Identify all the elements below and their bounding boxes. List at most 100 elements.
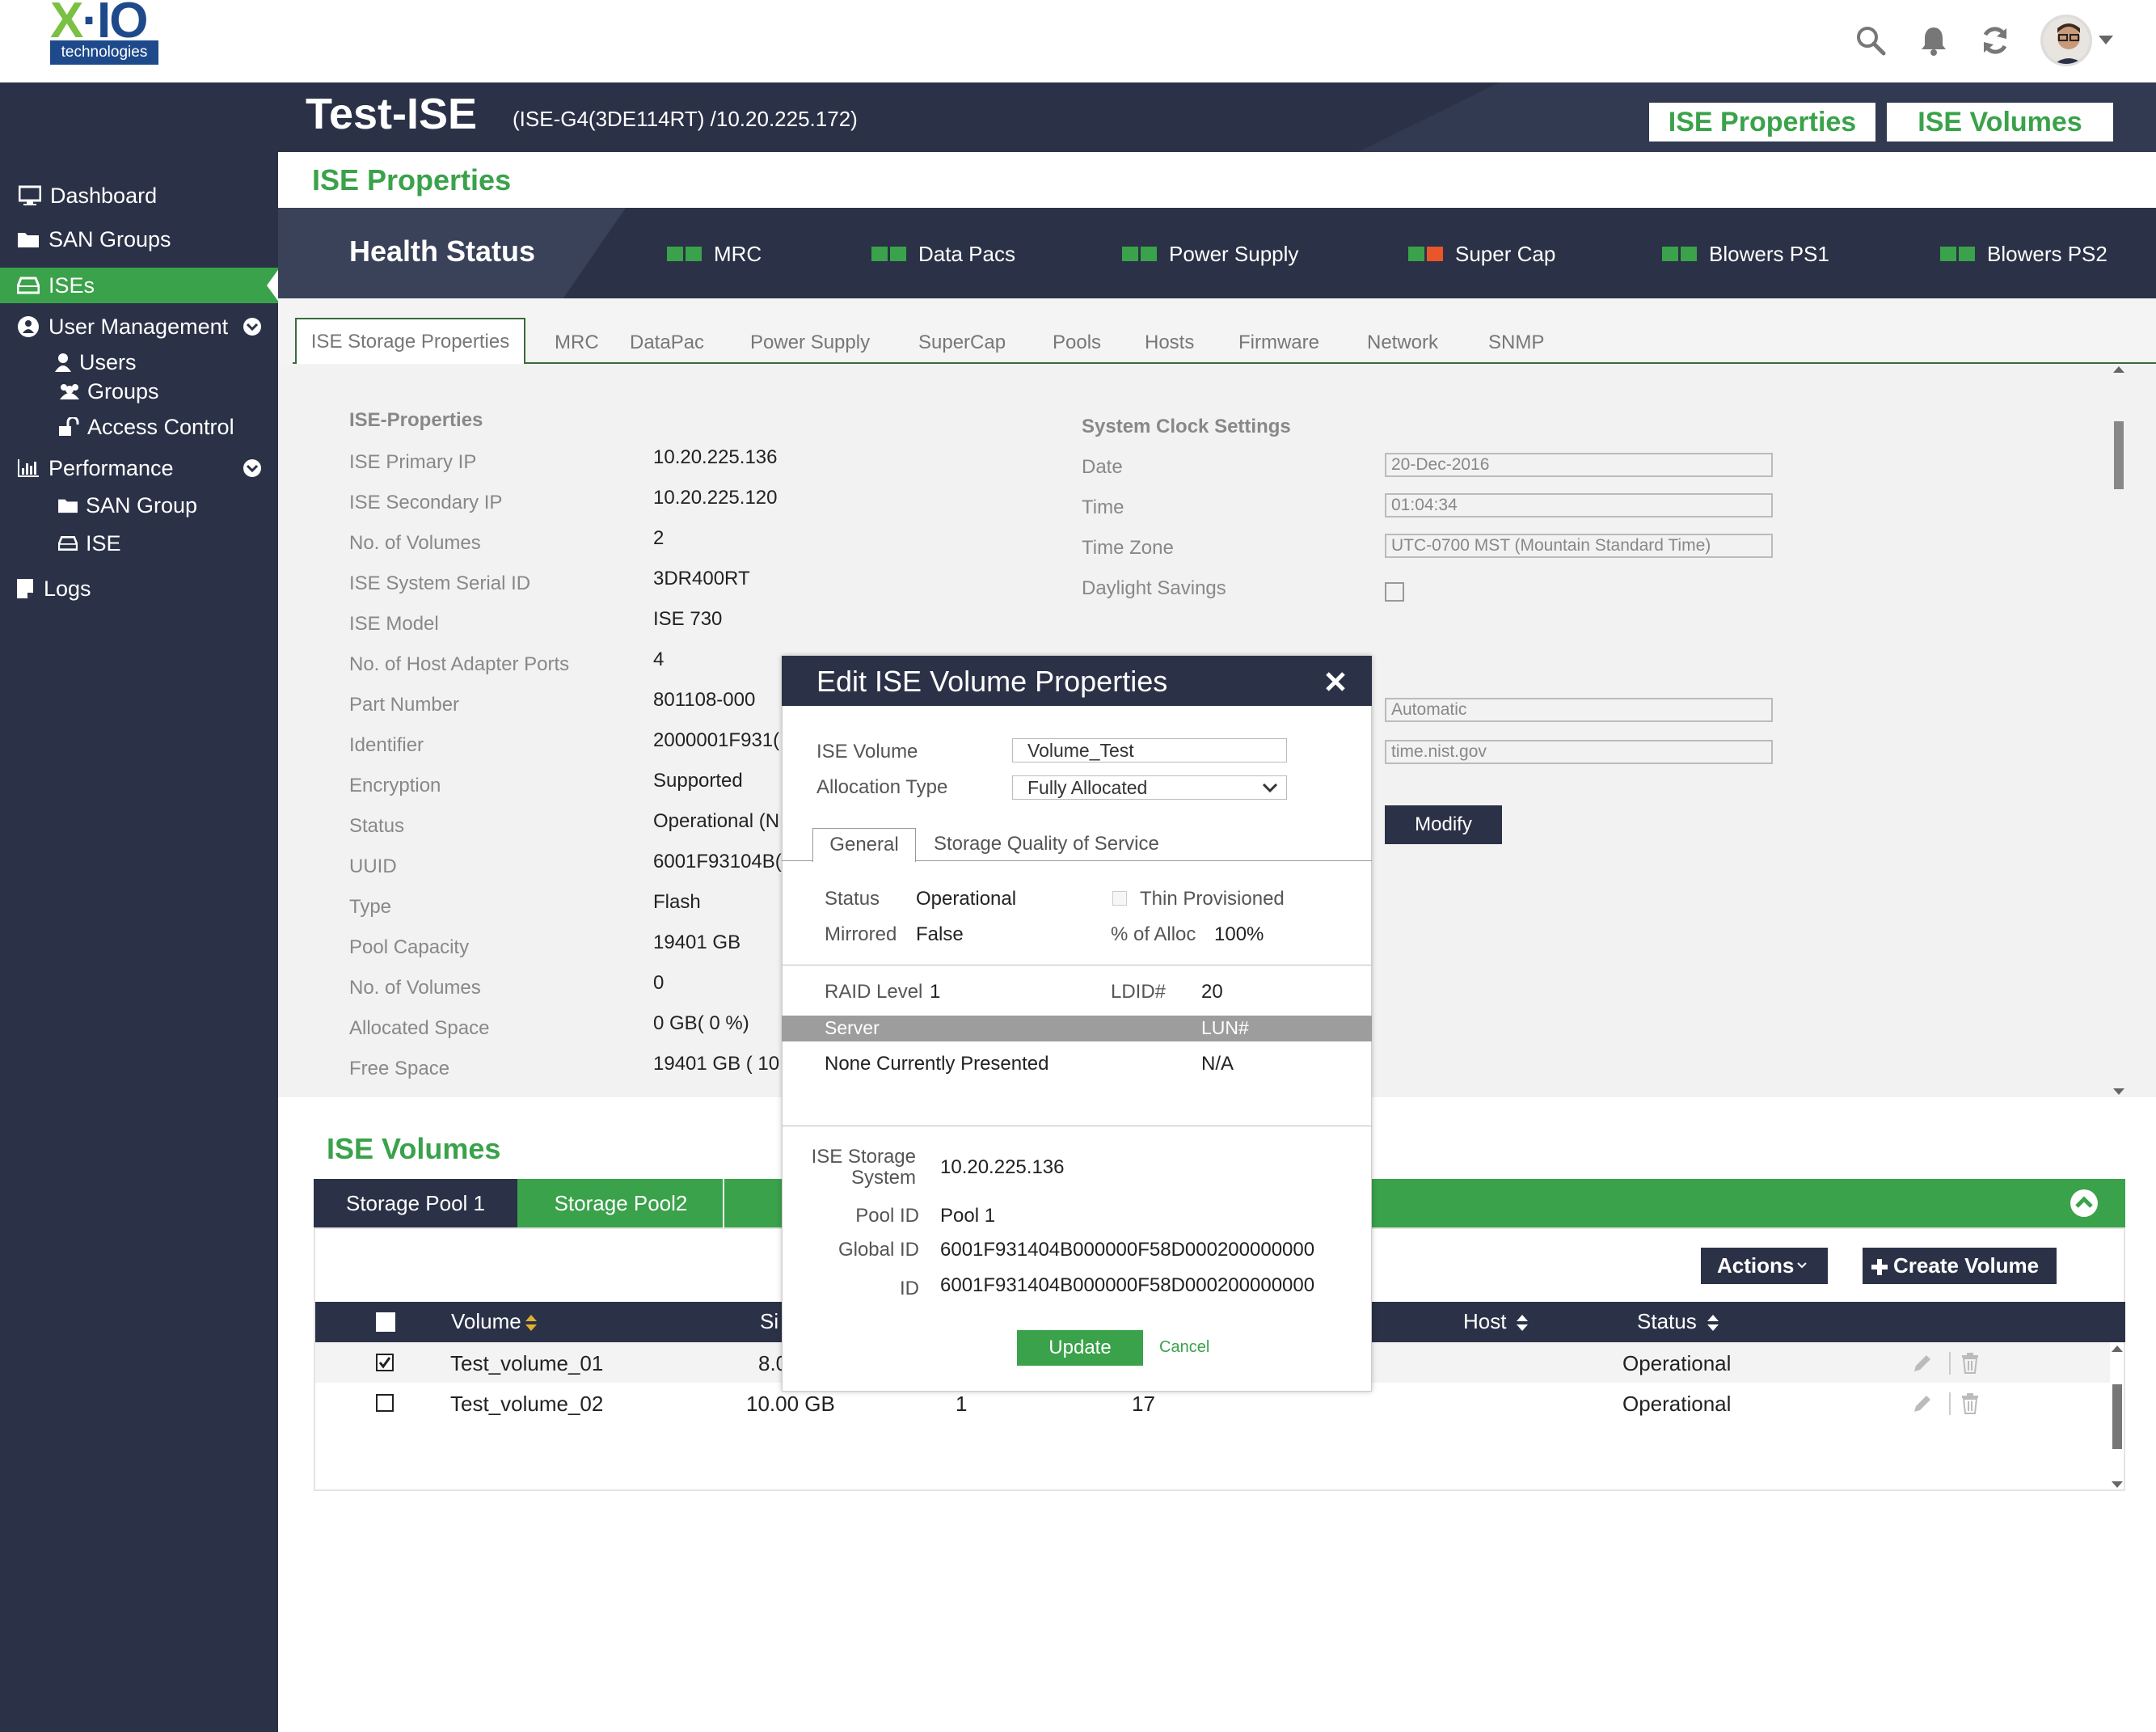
sort-icon — [1707, 1314, 1719, 1332]
chevron-down-icon[interactable] — [243, 458, 262, 478]
tab-mrc[interactable]: MRC — [555, 332, 599, 354]
time-field[interactable]: 01:04:34 — [1385, 493, 1773, 517]
prop-label: Free Space — [349, 1058, 450, 1079]
edit-icon[interactable] — [1912, 1353, 1933, 1374]
prop-label: No. of Host Adapter Ports — [349, 653, 570, 675]
tab-snmp[interactable]: SNMP — [1488, 332, 1544, 354]
cancel-button[interactable]: Cancel — [1159, 1338, 1209, 1357]
ise-properties-button[interactable]: ISE Properties — [1649, 103, 1875, 142]
volume-name[interactable]: Test_volume_02 — [450, 1392, 603, 1417]
sidebar-item-logs[interactable]: Logs — [0, 571, 278, 606]
refresh-icon[interactable] — [1977, 23, 2013, 58]
chevron-down-icon — [1795, 1248, 1808, 1284]
sidebar-item-dashboard[interactable]: Dashboard — [0, 178, 278, 213]
tab-storage-pool-1[interactable]: Storage Pool 1 — [314, 1179, 517, 1227]
sidebar-item-access-control[interactable]: Access Control — [0, 409, 278, 445]
prop-label: ISE System Serial ID — [349, 572, 531, 594]
column-volume[interactable]: Volume — [451, 1309, 538, 1334]
trash-icon[interactable] — [1960, 1393, 1980, 1414]
raid-level-label: RAID Level — [825, 981, 923, 1003]
trash-icon[interactable] — [1960, 1353, 1980, 1374]
sidebar-item-san-group[interactable]: SAN Group — [0, 488, 278, 523]
volume-name[interactable]: Test_volume_01 — [450, 1351, 603, 1376]
column-size[interactable]: Si — [760, 1309, 778, 1334]
tab-storage-pool-2[interactable]: Storage Pool2 — [519, 1179, 724, 1227]
xio-logo[interactable]: X·IO technologies — [50, 0, 159, 66]
daylight-savings-checkbox[interactable] — [1385, 582, 1404, 602]
prop-label: No. of Volumes — [349, 532, 481, 554]
thin-provisioned-checkbox[interactable] — [1112, 891, 1127, 906]
volumes-title: ISE Volumes — [327, 1132, 501, 1165]
health-item-power-supply[interactable]: Power Supply — [1122, 241, 1298, 267]
label-line: System — [850, 1167, 916, 1189]
health-item-data-pacs[interactable]: Data Pacs — [871, 241, 1015, 267]
create-volume-button[interactable]: Create Volume — [1863, 1248, 2057, 1284]
logo-wordmark: X·IO — [50, 0, 148, 49]
clock-mode-field[interactable]: Automatic — [1385, 698, 1773, 722]
sidebar-item-label: SAN Group — [86, 492, 198, 517]
tab-hosts[interactable]: Hosts — [1145, 332, 1194, 354]
select-all-checkbox[interactable] — [376, 1312, 395, 1332]
update-button[interactable]: Update — [1017, 1330, 1143, 1366]
row-checkbox[interactable] — [376, 1394, 394, 1412]
avatar[interactable] — [2040, 15, 2092, 66]
sidebar-item-label: Groups — [87, 378, 159, 403]
health-item-mrc[interactable]: MRC — [667, 241, 762, 267]
column-status[interactable]: Status — [1637, 1309, 1719, 1334]
volume-name-input[interactable]: Volume_Test — [1012, 738, 1287, 763]
column-label: Status — [1637, 1309, 1697, 1333]
sidebar-item-ise[interactable]: ISE — [0, 526, 278, 561]
tab-pools[interactable]: Pools — [1053, 332, 1101, 354]
lun-value: N/A — [1201, 1053, 1234, 1075]
allocation-type-label: Allocation Type — [816, 776, 948, 798]
tab-network[interactable]: Network — [1367, 332, 1438, 354]
tab-ise-storage-properties[interactable]: ISE Storage Properties — [295, 318, 525, 364]
sidebar-item-ises[interactable]: ISEs — [0, 268, 278, 303]
user-icon — [53, 350, 73, 374]
tab-supercap[interactable]: SuperCap — [918, 332, 1006, 354]
chevron-down-icon[interactable] — [243, 317, 262, 336]
column-label: Host — [1463, 1309, 1507, 1333]
health-item-blowers-ps2[interactable]: Blowers PS2 — [1940, 241, 2107, 267]
volumes-scrollbar[interactable] — [2110, 1344, 2124, 1489]
row-checkbox[interactable] — [376, 1354, 394, 1371]
timezone-label: Time Zone — [1082, 537, 1174, 559]
modify-button[interactable]: Modify — [1385, 805, 1502, 844]
tab-storage-qos[interactable]: Storage Quality of Service — [934, 833, 1159, 855]
prop-label: ISE Model — [349, 613, 439, 635]
sidebar-item-san-groups[interactable]: SAN Groups — [0, 222, 278, 257]
tab-datapac[interactable]: DataPac — [630, 332, 704, 354]
status-led-icon — [667, 247, 704, 261]
search-icon[interactable] — [1853, 23, 1888, 58]
actions-dropdown[interactable]: Actions — [1701, 1248, 1828, 1284]
tab-general[interactable]: General — [812, 828, 916, 862]
tab-firmware[interactable]: Firmware — [1238, 332, 1319, 354]
properties-scrollbar[interactable] — [2112, 365, 2126, 1097]
allocation-type-select[interactable]: Fully Allocated — [1012, 775, 1287, 800]
ise-volumes-button[interactable]: ISE Volumes — [1887, 103, 2113, 142]
bell-icon[interactable] — [1916, 23, 1951, 58]
sidebar-item-user-management[interactable]: User Management — [0, 309, 278, 344]
health-item-super-cap[interactable]: Super Cap — [1408, 241, 1555, 267]
ntp-server-field[interactable]: time.nist.gov — [1385, 740, 1773, 764]
edit-icon[interactable] — [1912, 1393, 1933, 1414]
prop-value: 19401 GB ( 10 — [653, 1053, 780, 1075]
health-item-blowers-ps1[interactable]: Blowers PS1 — [1662, 241, 1829, 267]
tab-power-supply[interactable]: Power Supply — [750, 332, 870, 354]
prop-value: 0 GB( 0 %) — [653, 1012, 749, 1034]
prop-value: 2000001F931( — [653, 729, 780, 751]
close-icon[interactable] — [1324, 670, 1347, 693]
health-label: Data Pacs — [918, 241, 1015, 266]
timezone-field[interactable]: UTC-0700 MST (Mountain Standard Time) — [1385, 534, 1773, 558]
health-label: Super Cap — [1455, 241, 1556, 266]
alloc-percent-label: % of Alloc — [1111, 923, 1196, 945]
sidebar-item-groups[interactable]: Groups — [0, 374, 278, 409]
column-host[interactable]: Host — [1463, 1309, 1529, 1334]
collapse-icon[interactable] — [2070, 1189, 2099, 1218]
caret-down-icon[interactable] — [2099, 36, 2113, 45]
prop-label: UUID — [349, 855, 397, 877]
sidebar-item-performance[interactable]: Performance — [0, 450, 278, 486]
date-field[interactable]: 20-Dec-2016 — [1385, 453, 1773, 477]
user-circle-icon — [16, 315, 40, 339]
thin-provisioned-label: Thin Provisioned — [1140, 888, 1285, 910]
